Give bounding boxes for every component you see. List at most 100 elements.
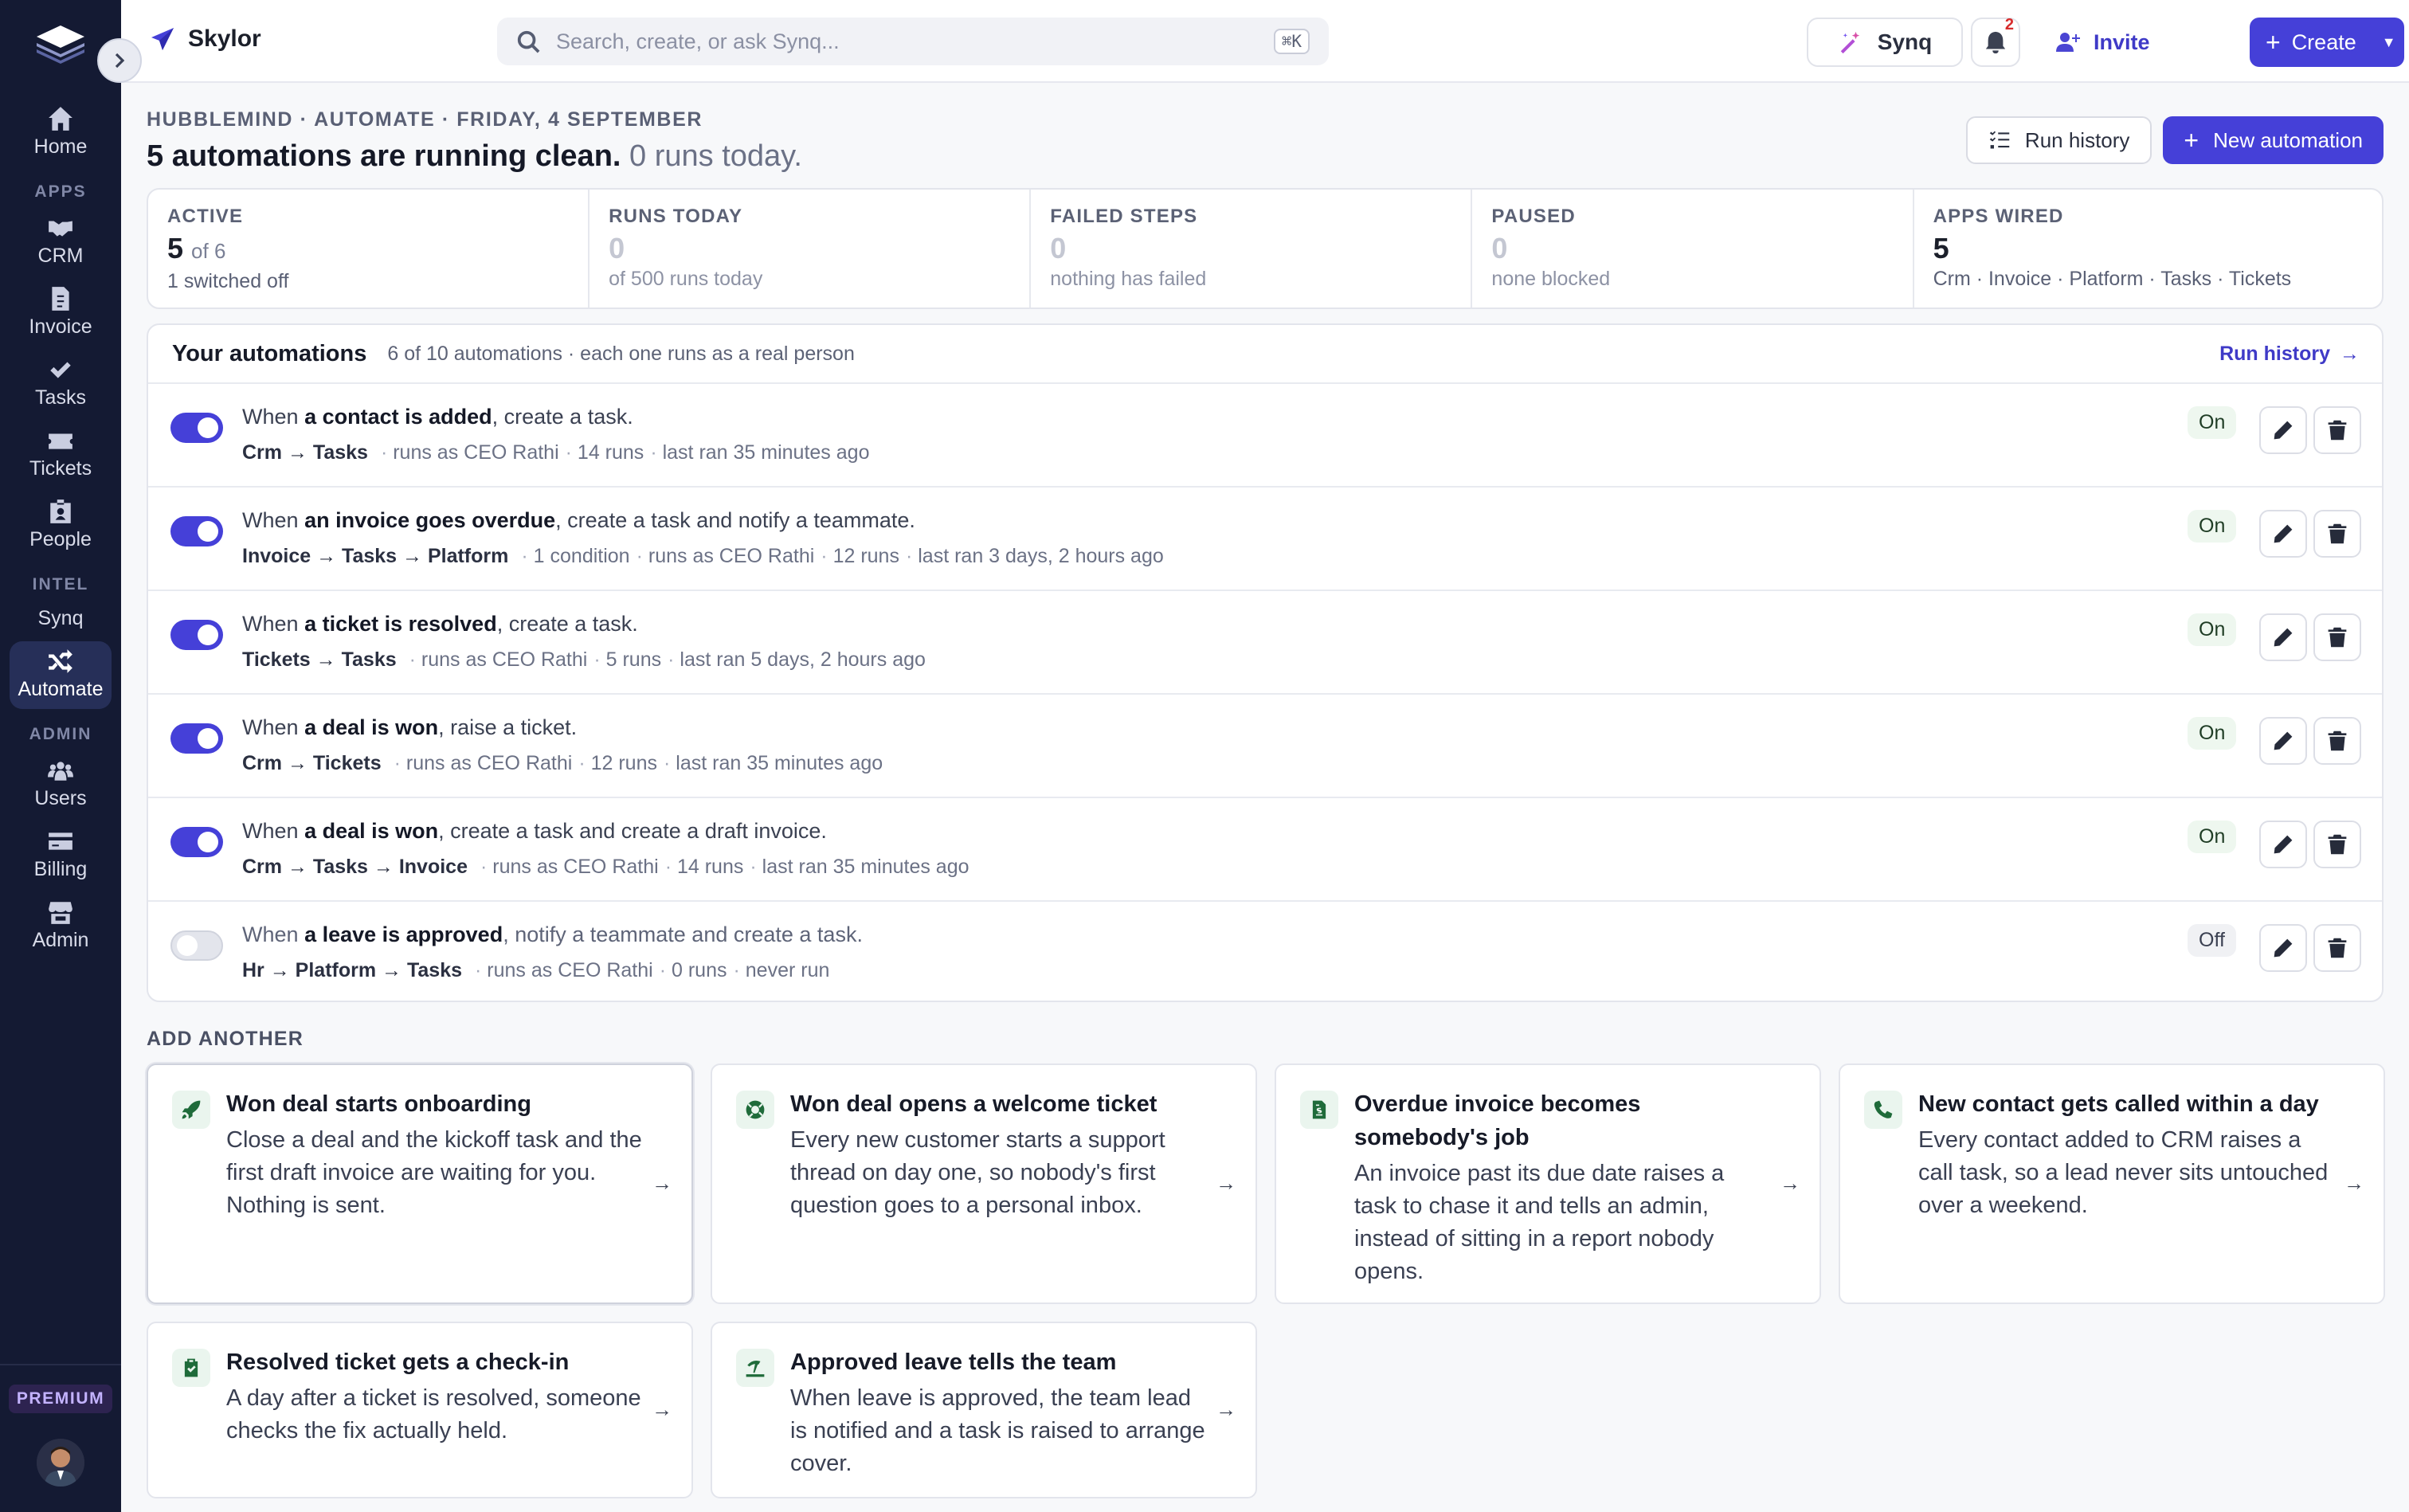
template-card[interactable]: New contact gets called within a day Ever… [1839,1063,2385,1304]
lifebuoy-icon [746,1100,765,1119]
card-title: Overdue invoice becomes somebody's job [1354,1091,1641,1150]
template-cards: Won deal starts onboarding Close a deal a… [147,1063,2385,1498]
edit-automation-button[interactable] [2259,613,2307,661]
automation-row[interactable]: When a deal is won, raise a ticket. Crm →… [148,695,2382,798]
template-card[interactable]: Resolved ticket gets a check-in A day aft… [147,1322,693,1498]
synq-button[interactable]: Synq [1807,18,1963,67]
sidebar-item-label: Tickets [29,457,92,480]
sidebar-item-users[interactable]: Users [10,750,112,818]
delete-automation-button[interactable] [2313,406,2361,454]
card-description: An invoice past its due date raises a ta… [1354,1161,1725,1284]
rule-action: , create a task. [496,612,638,636]
stat-value: 0 [1491,232,1508,264]
card-icon [736,1349,774,1387]
synq-button-label: Synq [1877,29,1933,54]
sidebar-item-label: Users [34,787,87,809]
nav-section-intel: INTEL [32,575,89,593]
stat-value: 0 [1050,232,1067,264]
automation-row[interactable]: When a ticket is resolved, create a task… [148,591,2382,695]
card-description: Close a deal and the kickoff task and th… [226,1127,642,1218]
automation-app-path: Invoice → Tasks → Platform [242,545,509,567]
automation-row[interactable]: When a contact is added, create a task. C… [148,384,2382,488]
sidebar-item-tickets[interactable]: Tickets [10,421,112,488]
automation-toggle[interactable] [170,930,223,961]
delete-automation-button[interactable] [2313,821,2361,868]
status-badge: Off [2188,924,2236,957]
automation-toggle[interactable] [170,413,223,443]
trash-icon [2328,834,2347,855]
sidebar-item-label: CRM [37,245,84,267]
pencil-icon [2274,524,2293,543]
automation-toggle[interactable] [170,516,223,546]
rule-action: , raise a ticket. [438,715,578,739]
sidebar-item-automate[interactable]: Automate [10,641,112,709]
main-content: HUBBLEMIND · AUTOMATE · FRIDAY, 4 SEPTEM… [147,83,2385,1498]
automation-row[interactable]: When an invoice goes overdue, create a t… [148,488,2382,591]
edit-automation-button[interactable] [2259,924,2307,972]
stat-paused: PAUSED 0 none blocked [1472,190,1914,307]
sidebar-item-label: Automate [18,678,104,700]
sidebar-item-label: Admin [32,929,89,951]
sidebar-item-admin[interactable]: Admin [10,892,112,960]
template-card[interactable]: Won deal opens a welcome ticket Every new… [711,1063,1257,1304]
edit-automation-button[interactable] [2259,406,2307,454]
sidebar-item-tasks[interactable]: Tasks [10,350,112,417]
brand-name: Skylor [188,25,261,52]
automation-rule: When a contact is added, create a task. [242,405,633,429]
stat-value-number: 5 [167,232,184,264]
sidebar-item-synq[interactable]: Synq [10,601,112,638]
plus-icon: + [2266,28,2281,57]
stat-label: FAILED STEPS [1050,206,1198,227]
automation-meta-item: runs as CEO Rathi [475,959,652,982]
brand[interactable]: Skylor [150,25,261,53]
sidebar-item-invoice[interactable]: Invoice [10,279,112,347]
logo-icon[interactable] [32,22,89,64]
automation-row[interactable]: When a deal is won, create a task and cr… [148,798,2382,902]
edit-automation-button[interactable] [2259,510,2307,558]
avatar[interactable] [37,1439,84,1487]
search-bar[interactable]: ⌘K [497,18,1329,65]
sidebar-item-billing[interactable]: Billing [10,821,112,889]
rule-when: When [242,715,299,739]
run-history-button-label: Run history [2024,127,2130,152]
automation-toggle[interactable] [170,827,223,857]
edit-automation-button[interactable] [2259,717,2307,765]
template-card[interactable]: Approved leave tells the team When leave … [711,1322,1257,1498]
run-history-link[interactable]: Run history → [2219,343,2360,366]
stat-subtext: none blocked [1491,268,1611,290]
sidebar-item-people[interactable]: People [10,492,112,559]
check-icon [50,362,71,378]
automation-app-path: Tickets → Tasks [242,648,397,671]
delete-automation-button[interactable] [2313,510,2361,558]
sidebar-item-label: Invoice [29,315,92,338]
template-card[interactable]: Overdue invoice becomes somebody's job An… [1275,1063,1821,1304]
sidebar-item-home[interactable]: Home [10,99,112,166]
delete-automation-button[interactable] [2313,717,2361,765]
card-title: Won deal starts onboarding [226,1091,531,1117]
automation-row[interactable]: When a leave is approved, notify a teamm… [148,902,2382,1001]
sidebar-collapse-button[interactable] [97,38,142,83]
caret-down-icon[interactable]: ▼ [2382,34,2396,51]
template-card[interactable]: Won deal starts onboarding Close a deal a… [147,1063,693,1304]
automation-meta-item: 14 runs [665,856,743,879]
create-button[interactable]: + Create ▼ [2250,18,2404,67]
invite-button[interactable]: Invite [2039,18,2166,67]
rule-trigger: a contact is added [304,405,492,429]
automation-meta-item: 1 condition [521,545,630,568]
sidebar-item-crm[interactable]: CRM [10,208,112,276]
notifications-button[interactable]: 2 [1971,16,2020,67]
automation-toggle[interactable] [170,620,223,650]
edit-automation-button[interactable] [2259,821,2307,868]
new-automation-button[interactable]: + New automation [2163,116,2384,164]
trash-icon [2328,523,2347,544]
home-icon [49,107,72,131]
automation-meta-item: runs as CEO Rathi [394,752,572,775]
header-actions: Run history + New automation [1965,116,2384,164]
automation-toggle[interactable] [170,723,223,754]
delete-automation-button[interactable] [2313,924,2361,972]
clipboard-check-icon [184,1358,198,1377]
bell-icon [1985,31,2006,54]
run-history-button[interactable]: Run history [1965,116,2152,164]
delete-automation-button[interactable] [2313,613,2361,661]
search-input[interactable] [556,29,1274,54]
